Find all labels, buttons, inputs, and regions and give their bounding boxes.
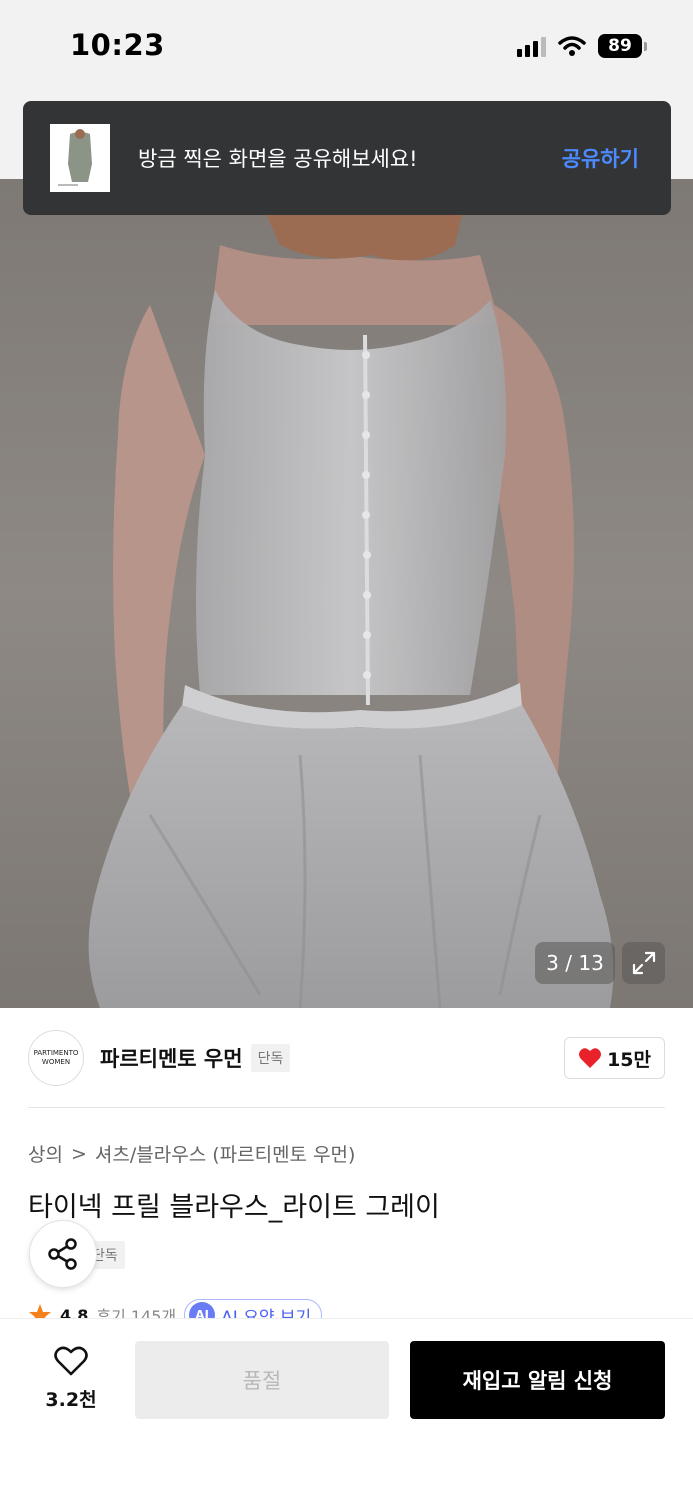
review-count[interactable]: 후기 145개 [96,1303,176,1318]
share-icon [48,1238,77,1270]
bottom-action-bar: 3.2천 품절 재입고 알림 신청 [0,1318,693,1500]
screenshot-thumbnail[interactable] [50,124,110,192]
divider [28,1107,665,1108]
ai-summary-label: AI 요약 보기 [221,1307,312,1319]
brand-like-button[interactable]: 15만 [564,1037,665,1079]
wifi-icon [558,36,586,56]
wishlist-count: 3.2천 [45,1389,97,1411]
product-photo [0,179,693,1008]
battery-level: 89 [598,34,642,58]
breadcrumb-separator: > [70,1142,87,1165]
heart-outline-icon [54,1346,88,1376]
toast-message: 방금 찍은 화면을 공유해보세요! [138,147,418,171]
wishlist-button[interactable]: 3.2천 [40,1345,102,1412]
exclusive-tag: 단독 [250,1044,291,1072]
brand-like-count: 15만 [607,1048,651,1071]
product-image[interactable] [0,95,693,1008]
ai-badge-icon: AI [189,1302,216,1318]
brand-row: PARTIMENTO WOMEN 파르티멘토 우먼 단독 15만 [28,1030,665,1086]
status-time: 10:23 [70,28,165,62]
status-icons: 89 [517,31,647,61]
ai-summary-button[interactable]: AI AI 요약 보기 [184,1299,323,1319]
breadcrumb-subcategory[interactable]: 셔츠/블라우스 (파르티멘토 우먼) [95,1140,356,1167]
battery-icon: 89 [598,34,647,58]
image-counter: 3 / 13 [535,942,615,984]
heart-icon [579,1048,602,1068]
brand-logo[interactable]: PARTIMENTO WOMEN [28,1030,84,1086]
brand-name[interactable]: 파르티멘토 우먼 [100,1043,243,1073]
expand-button[interactable] [622,942,665,984]
star-icon [29,1304,51,1318]
breadcrumb: 상의 > 셔츠/블라우스 (파르티멘토 우먼) [28,1140,355,1167]
restock-alert-button[interactable]: 재입고 알림 신청 [410,1341,665,1419]
status-bar: 10:23 89 [0,0,693,95]
share-screenshot-toast: 방금 찍은 화면을 공유해보세요! 공유하기 [23,101,671,215]
rating-score: 4.8 [60,1305,89,1319]
expand-icon [632,951,655,975]
breadcrumb-category[interactable]: 상의 [28,1140,63,1167]
rating-row: 4.8 후기 145개 AI AI 요약 보기 [28,1298,428,1318]
soldout-button[interactable]: 품절 [135,1341,389,1419]
share-action-button[interactable]: 공유하기 [562,143,639,173]
cellular-signal-icon [517,35,546,57]
share-button[interactable] [29,1220,97,1288]
product-title: 타이넥 프릴 블라우스_라이트 그레이 [28,1192,440,1223]
